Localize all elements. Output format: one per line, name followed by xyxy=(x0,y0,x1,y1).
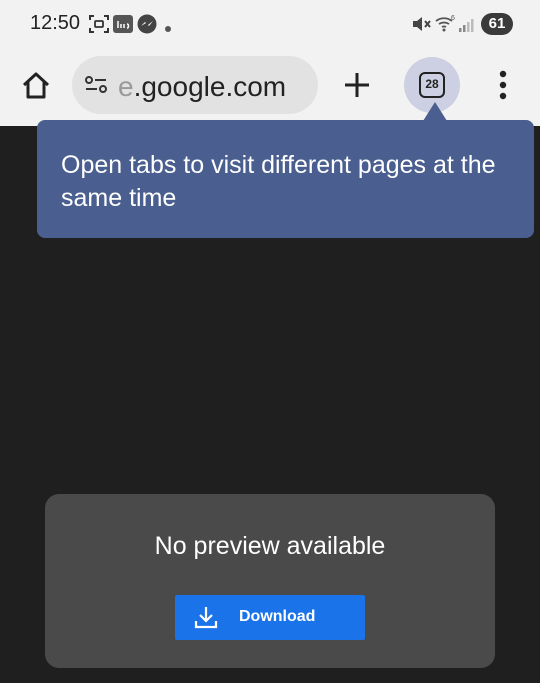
messenger-icon xyxy=(136,13,158,40)
status-time: 12:50 xyxy=(30,12,81,34)
status-bar: 12:50 6 61 xyxy=(0,0,540,50)
home-button[interactable] xyxy=(18,68,54,104)
mute-icon xyxy=(410,13,432,40)
preview-card: No preview available Download xyxy=(45,494,495,668)
browser-toolbar: e.google.com 28 xyxy=(0,50,540,126)
download-button[interactable]: Download xyxy=(175,595,365,640)
tab-tooltip[interactable]: Open tabs to visit different pages at th… xyxy=(37,120,534,238)
address-bar[interactable]: e.google.com xyxy=(72,56,318,114)
tab-switcher-icon: 28 xyxy=(419,72,445,98)
home-icon xyxy=(22,72,50,99)
download-icon xyxy=(194,607,218,629)
site-settings-icon[interactable] xyxy=(84,75,108,100)
notification-dot-icon xyxy=(164,20,172,38)
screenshot-icon xyxy=(88,13,110,40)
new-tab-button[interactable] xyxy=(340,68,374,102)
download-label: Download xyxy=(239,608,316,625)
tooltip-text: Open tabs to visit different pages at th… xyxy=(61,151,496,212)
more-vert-icon xyxy=(499,70,507,100)
ring-app-icon xyxy=(112,13,134,40)
url-text: e.google.com xyxy=(118,71,286,103)
battery-icon: 61 xyxy=(481,13,513,35)
plus-icon xyxy=(345,73,369,97)
tooltip-arrow xyxy=(423,102,447,121)
menu-button[interactable] xyxy=(490,66,516,106)
url-prefix: e xyxy=(118,71,134,102)
signal-icon xyxy=(458,13,476,40)
svg-text:6: 6 xyxy=(451,15,455,22)
no-preview-message: No preview available xyxy=(154,532,386,560)
tab-count: 28 xyxy=(425,77,439,91)
url-domain: .google.com xyxy=(133,71,287,102)
wifi-icon: 6 xyxy=(434,13,456,40)
